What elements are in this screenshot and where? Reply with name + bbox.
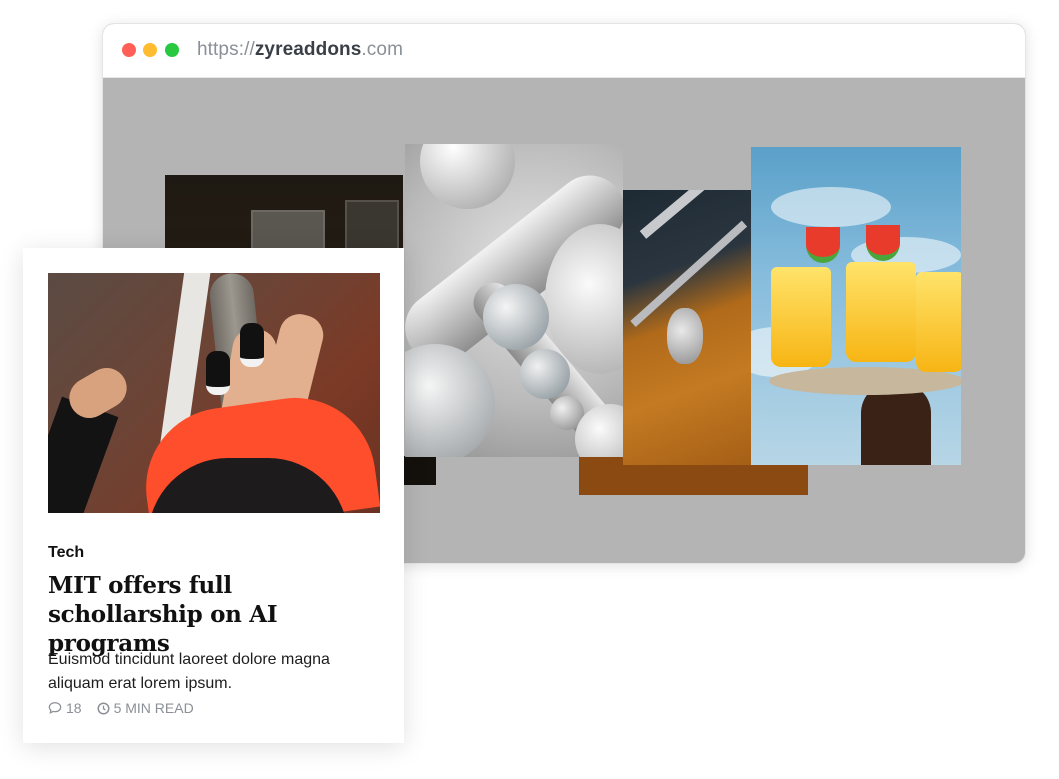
- url-prefix: https://: [197, 39, 255, 60]
- article-category[interactable]: Tech: [48, 544, 84, 562]
- url-suffix: .com: [361, 39, 403, 60]
- minimize-window-button[interactable]: [143, 43, 157, 57]
- article-excerpt: Euismod tincidunt laoreet dolore magna a…: [48, 651, 330, 692]
- comment-count-value: 18: [66, 700, 82, 716]
- skateboard-article-image[interactable]: [48, 273, 380, 513]
- dark-interior-image: [165, 175, 403, 251]
- read-time: 5 MIN READ: [97, 700, 194, 716]
- article-meta: 18 5 MIN READ: [48, 700, 209, 716]
- close-window-button[interactable]: [122, 43, 136, 57]
- article-card[interactable]: Tech MIT offers full schollarship on AI …: [23, 248, 404, 743]
- maximize-window-button[interactable]: [165, 43, 179, 57]
- url-domain: zyreaddons: [254, 39, 362, 60]
- read-time-value: 5 MIN READ: [113, 700, 194, 716]
- article-title[interactable]: MIT offers full schollarship on AI progr…: [48, 571, 388, 658]
- metal-spheres-image: [405, 144, 623, 457]
- clock-icon: [97, 701, 110, 715]
- orange-car-image: [623, 190, 751, 465]
- address-bar-url[interactable]: https://zyreaddons.com: [197, 39, 403, 61]
- dark-interior-image-edge: [403, 456, 436, 485]
- drinks-tray-image: [751, 147, 961, 465]
- browser-titlebar: https://zyreaddons.com: [103, 24, 1025, 78]
- comment-count[interactable]: 18: [48, 700, 82, 716]
- comment-icon: [48, 702, 62, 714]
